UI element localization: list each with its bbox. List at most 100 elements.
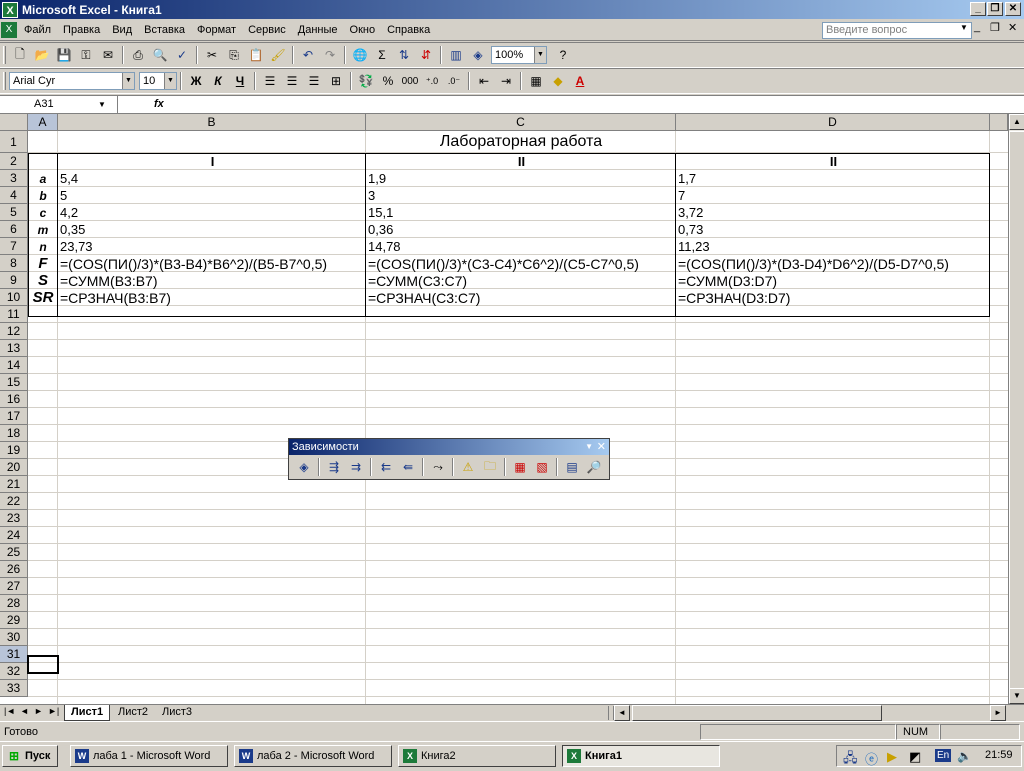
- data-cell-d[interactable]: 1,7: [676, 171, 989, 187]
- row-header[interactable]: 3: [0, 170, 28, 187]
- label-cell[interactable]: b: [29, 188, 57, 204]
- header-cell-b2[interactable]: I: [58, 154, 365, 170]
- data-cell-d[interactable]: =СРЗНАЧ(D3:D7): [676, 290, 989, 306]
- start-button[interactable]: ⊞ Пуск: [2, 745, 58, 767]
- menu-data[interactable]: Данные: [292, 24, 344, 36]
- cut-icon[interactable]: ✂: [202, 45, 222, 65]
- row-header[interactable]: 4: [0, 187, 28, 204]
- label-cell[interactable]: c: [29, 205, 57, 221]
- data-cell-c[interactable]: 0,36: [366, 222, 675, 238]
- currency-icon[interactable]: 💱: [356, 71, 376, 91]
- font-color-icon[interactable]: A: [570, 71, 590, 91]
- task-excel-book2[interactable]: X Книга2: [398, 745, 556, 767]
- row-header[interactable]: 26: [0, 561, 28, 578]
- row-header[interactable]: 6: [0, 221, 28, 238]
- column-header-b[interactable]: B: [58, 114, 366, 131]
- data-cell-b[interactable]: 5,4: [58, 171, 365, 187]
- scroll-right-icon[interactable]: ►: [990, 705, 1006, 721]
- menu-view[interactable]: Вид: [106, 24, 138, 36]
- bold-button[interactable]: Ж: [186, 71, 206, 91]
- active-cell-cursor[interactable]: [27, 655, 59, 674]
- volume-icon[interactable]: 🔈: [957, 749, 972, 763]
- help-search-input[interactable]: Введите вопрос: [822, 22, 972, 39]
- row-header[interactable]: 19: [0, 442, 28, 459]
- close-button[interactable]: ✕: [1005, 2, 1021, 16]
- row-header[interactable]: 5: [0, 204, 28, 221]
- circle-invalid-icon[interactable]: ▦: [510, 457, 530, 477]
- watch-window-icon[interactable]: ▤: [562, 457, 582, 477]
- align-right-icon[interactable]: ☰: [304, 71, 324, 91]
- hscroll-thumb[interactable]: [632, 705, 882, 721]
- autosum-icon[interactable]: Σ: [372, 45, 392, 65]
- data-cell-b[interactable]: =(COS(ПИ()/3)*(B3-B4)*B6^2)/(B5-B7^0,5): [58, 256, 365, 272]
- row-header[interactable]: 25: [0, 544, 28, 561]
- row-header[interactable]: 13: [0, 340, 28, 357]
- label-cell[interactable]: m: [29, 222, 57, 238]
- data-cell-b[interactable]: 4,2: [58, 205, 365, 221]
- help-icon[interactable]: ?: [553, 45, 573, 65]
- menu-file[interactable]: Файл: [18, 24, 57, 36]
- data-cell-d[interactable]: 0,73: [676, 222, 989, 238]
- data-cell-c[interactable]: =СУММ(C3:C7): [366, 273, 675, 289]
- data-cell-d[interactable]: =СУММ(D3:D7): [676, 273, 989, 289]
- select-all-corner[interactable]: [0, 114, 28, 131]
- row-header[interactable]: 30: [0, 629, 28, 646]
- minimize-button[interactable]: _: [970, 2, 986, 16]
- trace-precedents-icon[interactable]: ⇶: [324, 457, 344, 477]
- data-cell-c[interactable]: 1,9: [366, 171, 675, 187]
- data-cell-c[interactable]: 14,78: [366, 239, 675, 255]
- scroll-up-icon[interactable]: ▲: [1009, 114, 1024, 130]
- row-header[interactable]: 12: [0, 323, 28, 340]
- row-header[interactable]: 28: [0, 595, 28, 612]
- format-painter-icon[interactable]: 🖌: [268, 45, 288, 65]
- label-cell[interactable]: n: [29, 239, 57, 255]
- row-header[interactable]: 15: [0, 374, 28, 391]
- data-cell-b[interactable]: 23,73: [58, 239, 365, 255]
- chart-wizard-icon[interactable]: ▥: [446, 45, 466, 65]
- column-header-c[interactable]: C: [366, 114, 676, 131]
- maximize-button[interactable]: ❐: [987, 2, 1003, 16]
- task-word-1[interactable]: Wлаба 1 - Microsoft Word: [70, 745, 228, 767]
- row-header[interactable]: 2: [0, 153, 28, 170]
- row-header[interactable]: 8: [0, 255, 28, 272]
- next-sheet-icon[interactable]: ►: [34, 706, 43, 716]
- scroll-down-icon[interactable]: ▼: [1009, 688, 1024, 704]
- zoom-select[interactable]: 100% ▼: [491, 46, 547, 64]
- open-icon[interactable]: 📂: [32, 45, 52, 65]
- remove-precedents-icon[interactable]: ⇉: [346, 457, 366, 477]
- language-indicator[interactable]: En: [935, 749, 952, 762]
- merge-center-icon[interactable]: ⊞: [326, 71, 346, 91]
- save-icon[interactable]: 💾: [54, 45, 74, 65]
- paste-icon[interactable]: 📋: [246, 45, 266, 65]
- undo-icon[interactable]: ↶: [298, 45, 318, 65]
- header-cell-d2[interactable]: II: [676, 154, 989, 170]
- menu-edit[interactable]: Правка: [57, 24, 106, 36]
- redo-icon[interactable]: ↷: [320, 45, 340, 65]
- hyperlink-icon[interactable]: 🌐: [350, 45, 370, 65]
- menu-window[interactable]: Окно: [344, 24, 382, 36]
- data-cell-d[interactable]: =(COS(ПИ()/3)*(D3-D4)*D6^2)/(D5-D7^0,5): [676, 256, 989, 272]
- row-header[interactable]: 1: [0, 131, 28, 153]
- align-left-icon[interactable]: ☰: [260, 71, 280, 91]
- trace-error-icon[interactable]: ◈: [294, 457, 314, 477]
- italic-button[interactable]: К: [208, 71, 228, 91]
- data-cell-c[interactable]: =СРЗНАЧ(C3:C7): [366, 290, 675, 306]
- tray-app-icon[interactable]: ◩: [909, 749, 921, 765]
- dependencies-toolbar-title[interactable]: Зависимости ▼ ✕: [289, 439, 609, 455]
- row-header[interactable]: 27: [0, 578, 28, 595]
- decrease-indent-icon[interactable]: ⇤: [474, 71, 494, 91]
- spelling-icon[interactable]: ✓: [172, 45, 192, 65]
- row-header[interactable]: 31: [0, 646, 28, 663]
- header-cell-c2[interactable]: II: [366, 154, 675, 170]
- row-header[interactable]: 24: [0, 527, 28, 544]
- scroll-thumb[interactable]: [1009, 131, 1024, 691]
- media-icon[interactable]: ▶: [887, 749, 897, 765]
- column-header-d[interactable]: D: [676, 114, 990, 131]
- last-sheet-icon[interactable]: ►|: [48, 706, 59, 716]
- underline-button[interactable]: Ч: [230, 71, 250, 91]
- document-icon[interactable]: X: [1, 21, 17, 38]
- sheet-tab-1[interactable]: Лист1: [64, 705, 111, 721]
- task-excel-book1[interactable]: X Книга1: [562, 745, 720, 767]
- increase-decimal-icon[interactable]: ⁺.0: [422, 71, 442, 91]
- font-size-select[interactable]: 10 ▼: [139, 72, 177, 90]
